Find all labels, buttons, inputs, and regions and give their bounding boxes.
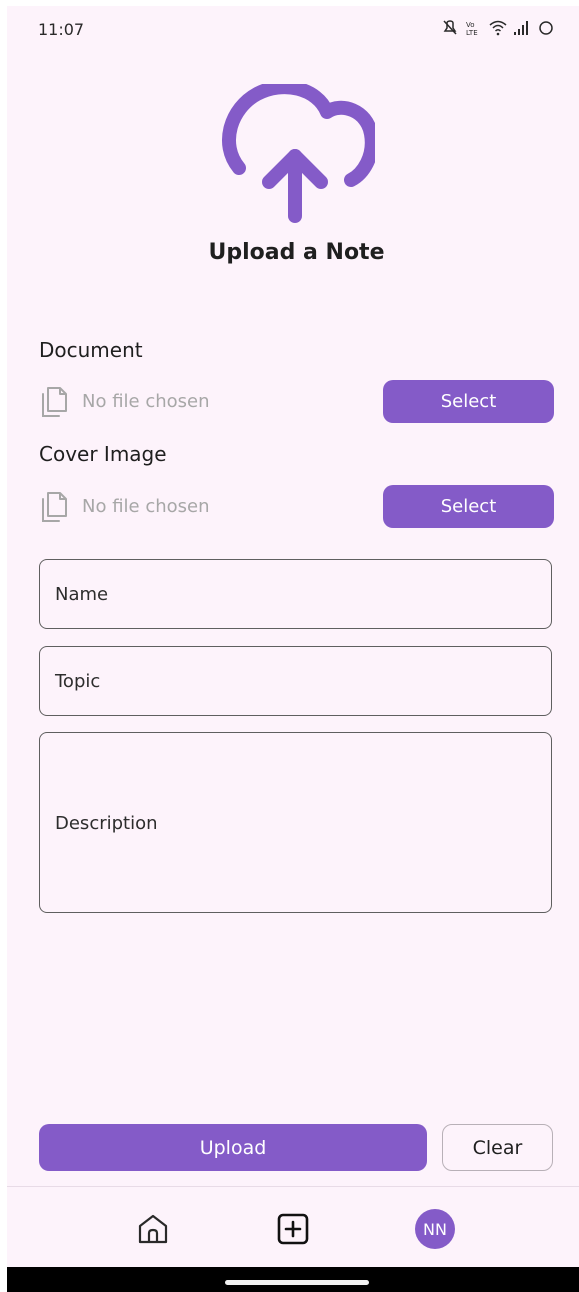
upload-button[interactable]: Upload <box>39 1124 427 1171</box>
name-field[interactable]: Name <box>39 559 552 629</box>
home-icon <box>138 1214 168 1244</box>
cover-image-file-status: No file chosen <box>82 496 210 517</box>
file-icon <box>42 492 67 522</box>
document-file-status: No file chosen <box>82 391 210 412</box>
upload-note-screen: 11:07 Vo LTE Upload a Note Document No f… <box>7 6 579 1292</box>
status-bar: 11:07 Vo LTE <box>7 6 579 54</box>
volte-icon: Vo LTE <box>465 20 483 40</box>
clear-button[interactable]: Clear <box>442 1124 553 1171</box>
description-field[interactable]: Description <box>39 732 552 913</box>
status-time: 11:07 <box>38 20 85 39</box>
bottom-navigation: NN <box>7 1186 579 1267</box>
battery-loading-icon <box>537 20 555 40</box>
wifi-icon <box>489 20 507 40</box>
topic-field[interactable]: Topic <box>39 646 552 716</box>
cover-image-label: Cover Image <box>39 442 167 466</box>
svg-text:Vo: Vo <box>466 21 475 29</box>
status-icons: Vo LTE <box>441 20 555 40</box>
document-file-row: No file chosen Select <box>39 380 554 424</box>
signal-icon <box>513 20 531 40</box>
nav-home[interactable] <box>133 1209 173 1249</box>
file-icon <box>42 387 67 417</box>
cover-image-file-row: No file chosen Select <box>39 485 554 529</box>
nav-add[interactable] <box>273 1209 313 1249</box>
gesture-handle[interactable] <box>225 1280 369 1285</box>
cloud-upload-icon <box>222 84 375 223</box>
cover-image-select-button[interactable]: Select <box>383 485 554 528</box>
document-select-button[interactable]: Select <box>383 380 554 423</box>
topic-field-label: Topic <box>55 671 101 692</box>
page-title: Upload a Note <box>208 240 385 265</box>
mute-icon <box>441 20 459 40</box>
name-field-label: Name <box>55 584 109 605</box>
gesture-navigation-bar <box>7 1267 579 1292</box>
avatar: NN <box>415 1209 455 1249</box>
add-icon <box>277 1213 309 1245</box>
svg-text:LTE: LTE <box>466 29 478 36</box>
document-label: Document <box>39 338 143 362</box>
description-field-label: Description <box>55 813 158 834</box>
nav-profile[interactable]: NN <box>415 1209 455 1249</box>
